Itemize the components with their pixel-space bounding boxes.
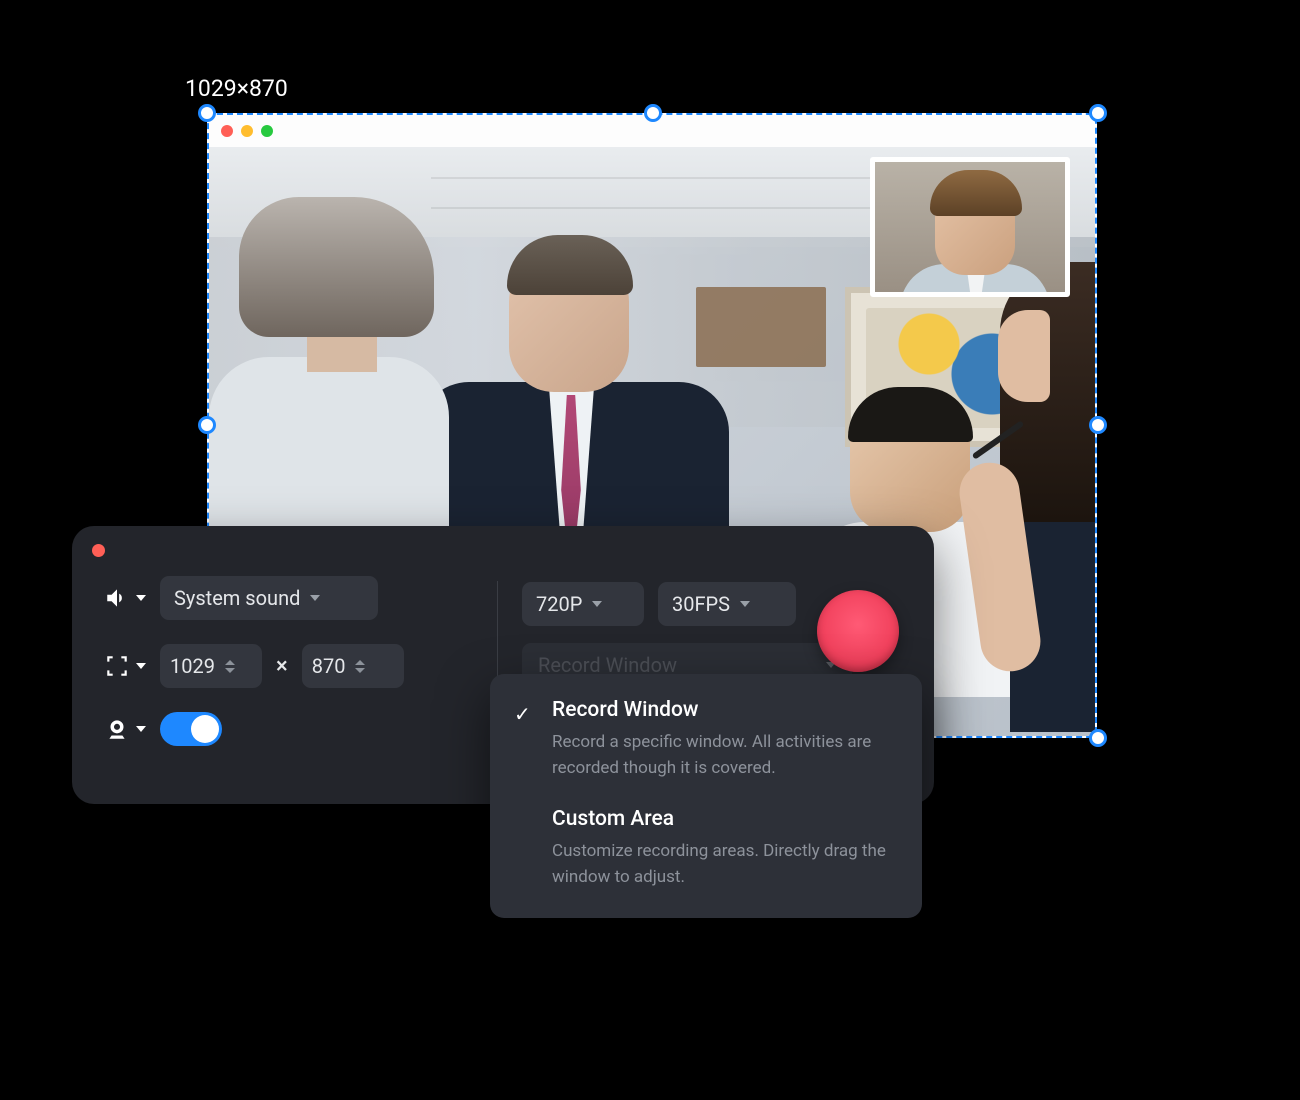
crop-icon[interactable] <box>104 653 146 679</box>
webcam-toggle[interactable] <box>160 712 222 746</box>
option-desc: Record a specific window. All activities… <box>552 730 898 781</box>
record-mode-dropdown: ✓ Record Window Record a specific window… <box>490 674 922 918</box>
times-separator: × <box>276 654 288 679</box>
audio-icon[interactable] <box>104 585 146 611</box>
dimensions-label: 1029×870 <box>185 75 288 102</box>
height-stepper[interactable]: 870 <box>302 644 404 688</box>
option-desc: Customize recording areas. Directly drag… <box>552 839 898 890</box>
webcam-icon[interactable] <box>104 716 146 742</box>
width-value: 1029 <box>170 654 215 678</box>
webcam-pip[interactable] <box>870 157 1070 297</box>
fps-label: 30FPS <box>672 592 730 616</box>
audio-source-select[interactable]: System sound <box>160 576 378 620</box>
resize-handle-tm[interactable] <box>644 104 662 122</box>
height-value: 870 <box>312 654 346 678</box>
option-record-window[interactable]: ✓ Record Window Record a specific window… <box>514 698 898 781</box>
resize-handle-ml[interactable] <box>198 416 216 434</box>
panel-close-icon[interactable] <box>92 544 105 557</box>
divider <box>497 581 498 681</box>
option-custom-area[interactable]: Custom Area Customize recording areas. D… <box>514 807 898 890</box>
resize-handle-br[interactable] <box>1089 729 1107 747</box>
resize-handle-tr[interactable] <box>1089 104 1107 122</box>
resolution-label: 720P <box>536 592 582 616</box>
maximize-icon[interactable] <box>261 125 273 137</box>
option-title: Record Window <box>552 698 898 722</box>
resize-handle-tl[interactable] <box>198 104 216 122</box>
audio-source-label: System sound <box>174 586 300 610</box>
fps-select[interactable]: 30FPS <box>658 582 796 626</box>
stepper-arrows-icon[interactable] <box>225 660 235 673</box>
close-icon[interactable] <box>221 125 233 137</box>
option-title: Custom Area <box>552 807 898 831</box>
check-icon: ✓ <box>514 702 531 726</box>
resolution-select[interactable]: 720P <box>522 582 644 626</box>
record-button[interactable] <box>817 590 899 672</box>
width-stepper[interactable]: 1029 <box>160 644 262 688</box>
resize-handle-mr[interactable] <box>1089 416 1107 434</box>
minimize-icon[interactable] <box>241 125 253 137</box>
stepper-arrows-icon[interactable] <box>355 660 365 673</box>
